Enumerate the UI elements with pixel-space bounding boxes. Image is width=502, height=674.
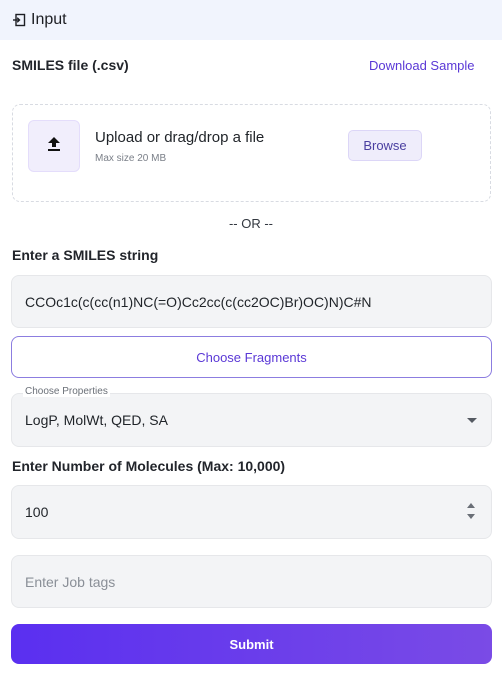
molecules-number-input[interactable]: 100 [11, 485, 492, 539]
properties-selected-value: LogP, MolWt, QED, SA [25, 412, 168, 428]
login-icon [12, 13, 26, 27]
properties-label: Choose Properties [23, 386, 110, 397]
smiles-file-label: SMILES file (.csv) [12, 57, 129, 73]
stepper-up-icon[interactable] [467, 503, 475, 508]
smiles-string-value: CCOc1c(c(cc(n1)NC(=O)Cc2cc(c(cc2OC)Br)OC… [25, 293, 372, 310]
molecules-label: Enter Number of Molecules (Max: 10,000) [12, 458, 286, 474]
section-header: Input [0, 0, 502, 40]
chevron-down-icon [467, 418, 477, 423]
smiles-string-label: Enter a SMILES string [12, 247, 159, 263]
or-separator: -- OR -- [228, 216, 274, 231]
browse-button[interactable]: Browse [348, 130, 422, 161]
job-tags-input[interactable]: Enter Job tags [11, 555, 492, 608]
upload-button[interactable] [28, 120, 80, 172]
upload-title: Upload or drag/drop a file [95, 129, 265, 146]
smiles-string-input[interactable]: CCOc1c(c(cc(n1)NC(=O)Cc2cc(c(cc2OC)Br)OC… [11, 275, 492, 328]
upload-icon [46, 136, 62, 157]
number-spinner[interactable] [467, 503, 475, 519]
properties-select[interactable]: LogP, MolWt, QED, SA [11, 393, 492, 447]
job-tags-placeholder: Enter Job tags [25, 573, 116, 590]
section-title: Input [31, 11, 67, 28]
molecules-value: 100 [25, 504, 49, 520]
choose-fragments-button[interactable]: Choose Fragments [11, 336, 492, 378]
stepper-down-icon[interactable] [467, 514, 475, 519]
download-sample-link[interactable]: Download Sample [369, 58, 475, 73]
upload-subtitle: Max size 20 MB [95, 153, 167, 164]
submit-button[interactable]: Submit [11, 624, 492, 664]
file-dropzone[interactable]: Upload or drag/drop a file Max size 20 M… [12, 104, 491, 202]
